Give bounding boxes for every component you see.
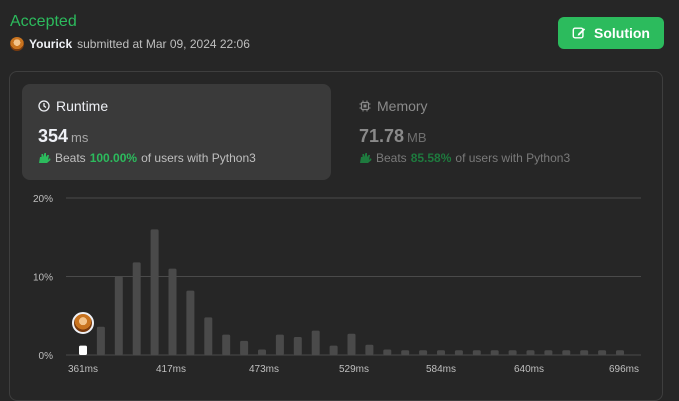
chart-bar[interactable] (222, 334, 231, 355)
chart-bar[interactable] (347, 333, 356, 355)
y-tick-label: 10% (33, 273, 53, 284)
x-tick-label: 361ms (68, 364, 98, 375)
x-tick-label: 640ms (514, 364, 544, 375)
chart-bar[interactable] (490, 350, 499, 355)
chart-bar[interactable] (454, 350, 463, 355)
chart-bar[interactable] (150, 229, 159, 355)
x-tick-label: 529ms (339, 364, 369, 375)
runtime-distribution-chart: 20% 10% 0% 361ms 417ms 473ms 529ms 584ms 640ms 69… (33, 194, 641, 375)
chart-bar[interactable] (329, 345, 338, 355)
chart-bar[interactable] (401, 350, 410, 355)
chart-bar[interactable] (258, 349, 266, 355)
chart-bar[interactable] (275, 334, 284, 355)
chart-bar[interactable] (204, 317, 213, 355)
x-tick-label: 584ms (426, 364, 456, 375)
chart-bar[interactable] (293, 336, 302, 355)
chart-bar[interactable] (508, 350, 517, 355)
y-tick-label: 0% (39, 351, 54, 362)
chart-bar[interactable] (562, 350, 571, 355)
chart-bar[interactable] (311, 330, 320, 355)
chart-bar[interactable] (365, 344, 374, 355)
chart-bar[interactable] (544, 350, 553, 355)
chart-bar[interactable] (186, 290, 195, 355)
chart-bar[interactable] (114, 276, 123, 356)
chart-bar[interactable] (168, 268, 177, 355)
chart-bar[interactable] (240, 340, 249, 355)
chart-bar[interactable] (419, 350, 428, 355)
chart-bar[interactable] (598, 350, 607, 355)
chart-bar[interactable] (96, 326, 105, 355)
x-tick-label: 417ms (156, 364, 186, 375)
y-tick-label: 20% (33, 194, 53, 205)
chart-bar[interactable] (526, 350, 535, 355)
chart-bar[interactable] (580, 350, 589, 355)
chart-bar[interactable] (472, 350, 481, 355)
chart-bar[interactable] (616, 350, 624, 355)
chart-bar-highlight[interactable] (79, 345, 87, 355)
chart-bar[interactable] (132, 262, 141, 355)
chart-bar[interactable] (437, 350, 445, 355)
chart-bar[interactable] (383, 349, 392, 355)
x-tick-label: 473ms (249, 364, 279, 375)
my-submission-avatar[interactable] (72, 312, 94, 334)
x-tick-label: 696ms (609, 364, 639, 375)
